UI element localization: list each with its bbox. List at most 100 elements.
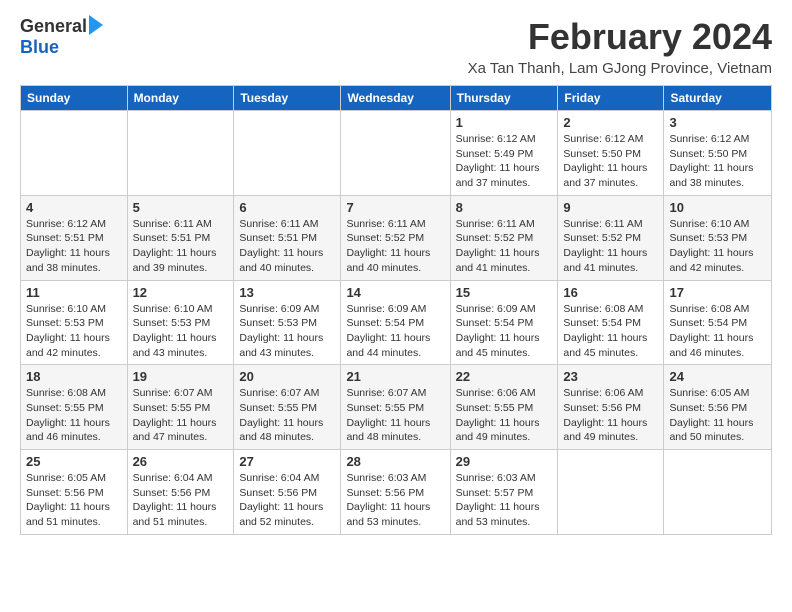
calendar-cell: 14Sunrise: 6:09 AMSunset: 5:54 PMDayligh… [341, 280, 450, 365]
day-number: 17 [669, 285, 766, 300]
day-number: 13 [239, 285, 335, 300]
day-info: Sunrise: 6:11 AMSunset: 5:52 PMDaylight:… [563, 217, 658, 276]
calendar-cell: 5 Sunrise: 6:11 AMSunset: 5:51 PMDaylight… [127, 195, 234, 280]
day-number: 25 [26, 454, 122, 469]
day-info: Sunrise: 6:05 AMSunset: 5:56 PMDaylight:… [669, 386, 766, 445]
calendar-cell [664, 450, 772, 535]
day-info: Sunrise: 6:05 AMSunset: 5:56 PMDaylight:… [26, 471, 122, 530]
header-saturday: Saturday [664, 86, 772, 111]
calendar-cell [341, 111, 450, 196]
calendar-cell: 9Sunrise: 6:11 AMSunset: 5:52 PMDaylight… [558, 195, 664, 280]
day-number: 18 [26, 369, 122, 384]
day-number: 3 [669, 115, 766, 130]
calendar-week-1: 1 Sunrise: 6:12 AMSunset: 5:49 PMDaylight… [21, 111, 772, 196]
day-number: 1 [456, 115, 553, 130]
day-number: 16 [563, 285, 658, 300]
day-number: 4 [26, 200, 122, 215]
day-info: Sunrise: 6:08 AMSunset: 5:54 PMDaylight:… [563, 302, 658, 361]
day-number: 21 [346, 369, 444, 384]
calendar-cell: 17 Sunrise: 6:08 AMSunset: 5:54 PMDayligh… [664, 280, 772, 365]
calendar-cell: 21 Sunrise: 6:07 AMSunset: 5:55 PMDayligh… [341, 365, 450, 450]
calendar-week-2: 4 Sunrise: 6:12 AMSunset: 5:51 PMDaylight… [21, 195, 772, 280]
day-number: 10 [669, 200, 766, 215]
calendar-cell: 15 Sunrise: 6:09 AMSunset: 5:54 PMDayligh… [450, 280, 558, 365]
logo-arrow-icon [89, 15, 103, 35]
calendar-cell: 4 Sunrise: 6:12 AMSunset: 5:51 PMDaylight… [21, 195, 128, 280]
day-number: 27 [239, 454, 335, 469]
calendar-cell: 10Sunrise: 6:10 AMSunset: 5:53 PMDayligh… [664, 195, 772, 280]
day-info: Sunrise: 6:09 AMSunset: 5:54 PMDaylight:… [346, 302, 444, 361]
calendar-cell: 7 Sunrise: 6:11 AMSunset: 5:52 PMDaylight… [341, 195, 450, 280]
header-sunday: Sunday [21, 86, 128, 111]
day-number: 24 [669, 369, 766, 384]
calendar-week-3: 11 Sunrise: 6:10 AMSunset: 5:53 PMDayligh… [21, 280, 772, 365]
day-info: Sunrise: 6:10 AMSunset: 5:53 PMDaylight:… [26, 302, 122, 361]
calendar-week-4: 18 Sunrise: 6:08 AMSunset: 5:55 PMDayligh… [21, 365, 772, 450]
calendar-cell: 19 Sunrise: 6:07 AMSunset: 5:55 PMDayligh… [127, 365, 234, 450]
day-number: 26 [133, 454, 229, 469]
day-info: Sunrise: 6:11 AMSunset: 5:52 PMDaylight:… [346, 217, 444, 276]
day-number: 19 [133, 369, 229, 384]
logo-blue-text: Blue [20, 37, 59, 58]
day-info: Sunrise: 6:07 AMSunset: 5:55 PMDaylight:… [133, 386, 229, 445]
day-info: Sunrise: 6:12 AMSunset: 5:50 PMDaylight:… [669, 132, 766, 191]
calendar-cell: 13 Sunrise: 6:09 AMSunset: 5:53 PMDayligh… [234, 280, 341, 365]
day-info: Sunrise: 6:06 AMSunset: 5:55 PMDaylight:… [456, 386, 553, 445]
calendar-cell: 22Sunrise: 6:06 AMSunset: 5:55 PMDayligh… [450, 365, 558, 450]
calendar-week-5: 25 Sunrise: 6:05 AMSunset: 5:56 PMDayligh… [21, 450, 772, 535]
calendar-header-row: SundayMondayTuesdayWednesdayThursdayFrid… [21, 86, 772, 111]
day-info: Sunrise: 6:03 AMSunset: 5:56 PMDaylight:… [346, 471, 444, 530]
day-info: Sunrise: 6:03 AMSunset: 5:57 PMDaylight:… [456, 471, 553, 530]
day-info: Sunrise: 6:06 AMSunset: 5:56 PMDaylight:… [563, 386, 658, 445]
day-number: 15 [456, 285, 553, 300]
calendar-cell: 11 Sunrise: 6:10 AMSunset: 5:53 PMDayligh… [21, 280, 128, 365]
day-info: Sunrise: 6:12 AMSunset: 5:49 PMDaylight:… [456, 132, 553, 191]
day-info: Sunrise: 6:08 AMSunset: 5:55 PMDaylight:… [26, 386, 122, 445]
header-wednesday: Wednesday [341, 86, 450, 111]
title-area: February 2024 Xa Tan Thanh, Lam GJong Pr… [468, 16, 772, 77]
header-monday: Monday [127, 86, 234, 111]
calendar-cell: 20Sunrise: 6:07 AMSunset: 5:55 PMDayligh… [234, 365, 341, 450]
day-number: 28 [346, 454, 444, 469]
calendar-cell: 6Sunrise: 6:11 AMSunset: 5:51 PMDaylight… [234, 195, 341, 280]
day-info: Sunrise: 6:09 AMSunset: 5:54 PMDaylight:… [456, 302, 553, 361]
calendar-cell: 2 Sunrise: 6:12 AMSunset: 5:50 PMDaylight… [558, 111, 664, 196]
calendar-cell: 23Sunrise: 6:06 AMSunset: 5:56 PMDayligh… [558, 365, 664, 450]
day-info: Sunrise: 6:11 AMSunset: 5:51 PMDaylight:… [133, 217, 229, 276]
day-number: 12 [133, 285, 229, 300]
page-header: General Blue February 2024 Xa Tan Thanh,… [20, 16, 772, 77]
day-number: 29 [456, 454, 553, 469]
header-tuesday: Tuesday [234, 86, 341, 111]
day-number: 5 [133, 200, 229, 215]
header-thursday: Thursday [450, 86, 558, 111]
month-title: February 2024 [468, 16, 772, 58]
day-info: Sunrise: 6:09 AMSunset: 5:53 PMDaylight:… [239, 302, 335, 361]
calendar-cell [558, 450, 664, 535]
header-friday: Friday [558, 86, 664, 111]
day-number: 8 [456, 200, 553, 215]
day-number: 20 [239, 369, 335, 384]
calendar-cell: 25 Sunrise: 6:05 AMSunset: 5:56 PMDayligh… [21, 450, 128, 535]
day-number: 6 [239, 200, 335, 215]
calendar-cell: 24 Sunrise: 6:05 AMSunset: 5:56 PMDayligh… [664, 365, 772, 450]
logo: General Blue [20, 16, 103, 58]
day-number: 11 [26, 285, 122, 300]
calendar-cell: 1 Sunrise: 6:12 AMSunset: 5:49 PMDaylight… [450, 111, 558, 196]
calendar-cell: 18 Sunrise: 6:08 AMSunset: 5:55 PMDayligh… [21, 365, 128, 450]
day-info: Sunrise: 6:12 AMSunset: 5:51 PMDaylight:… [26, 217, 122, 276]
calendar-cell: 8 Sunrise: 6:11 AMSunset: 5:52 PMDaylight… [450, 195, 558, 280]
calendar-cell: 27Sunrise: 6:04 AMSunset: 5:56 PMDayligh… [234, 450, 341, 535]
day-info: Sunrise: 6:07 AMSunset: 5:55 PMDaylight:… [346, 386, 444, 445]
day-number: 2 [563, 115, 658, 130]
calendar-cell [234, 111, 341, 196]
calendar-cell: 16 Sunrise: 6:08 AMSunset: 5:54 PMDayligh… [558, 280, 664, 365]
day-info: Sunrise: 6:04 AMSunset: 5:56 PMDaylight:… [133, 471, 229, 530]
calendar-cell: 3 Sunrise: 6:12 AMSunset: 5:50 PMDaylight… [664, 111, 772, 196]
day-info: Sunrise: 6:12 AMSunset: 5:50 PMDaylight:… [563, 132, 658, 191]
day-number: 7 [346, 200, 444, 215]
logo-general-text: General [20, 16, 87, 37]
calendar-cell: 29 Sunrise: 6:03 AMSunset: 5:57 PMDayligh… [450, 450, 558, 535]
day-info: Sunrise: 6:11 AMSunset: 5:52 PMDaylight:… [456, 217, 553, 276]
day-info: Sunrise: 6:08 AMSunset: 5:54 PMDaylight:… [669, 302, 766, 361]
calendar-cell [127, 111, 234, 196]
